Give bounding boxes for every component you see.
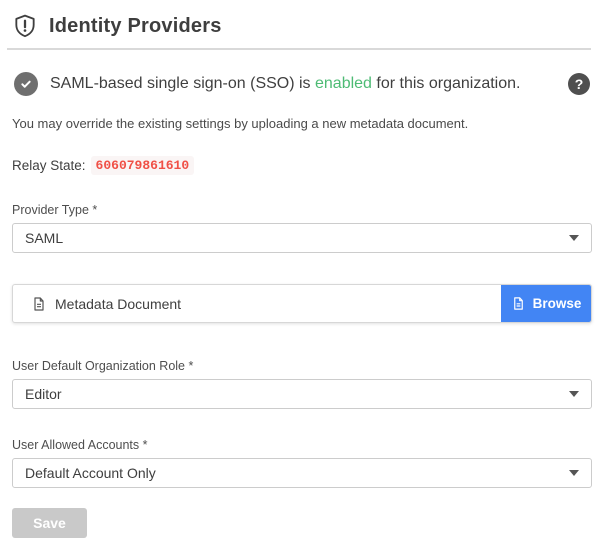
- default-role-select[interactable]: Editor: [12, 379, 592, 409]
- metadata-file-left: Metadata Document: [13, 296, 501, 312]
- relay-state-row: Relay State: 606079861610: [12, 156, 588, 175]
- chevron-down-icon: [569, 391, 579, 397]
- help-icon[interactable]: ?: [568, 73, 590, 95]
- default-role-value: Editor: [25, 386, 62, 402]
- relay-state-value: 606079861610: [91, 156, 195, 175]
- allowed-accounts-label: User Allowed Accounts *: [12, 438, 592, 452]
- sso-enabled-text: enabled: [315, 75, 372, 92]
- page-header: Identity Providers: [7, 0, 591, 50]
- sso-status-text: SAML-based single sign-on (SSO) is enabl…: [50, 75, 568, 93]
- metadata-file-input[interactable]: Metadata Document Browse: [12, 284, 592, 323]
- chevron-down-icon: [569, 470, 579, 476]
- relay-state-label: Relay State:: [12, 158, 86, 173]
- override-description: You may override the existing settings b…: [12, 116, 588, 131]
- provider-type-select[interactable]: SAML: [12, 223, 592, 253]
- allowed-accounts-select[interactable]: Default Account Only: [12, 458, 592, 488]
- check-circle-icon: [14, 72, 38, 96]
- chevron-down-icon: [569, 235, 579, 241]
- document-icon: [31, 296, 47, 312]
- save-button[interactable]: Save: [12, 508, 87, 538]
- metadata-file-placeholder: Metadata Document: [55, 296, 181, 312]
- provider-type-group: Provider Type * SAML: [12, 203, 592, 253]
- shield-alert-icon: [12, 13, 38, 39]
- browse-file-icon: [511, 296, 526, 311]
- browse-button[interactable]: Browse: [501, 285, 591, 322]
- allowed-accounts-group: User Allowed Accounts * Default Account …: [12, 438, 592, 488]
- allowed-accounts-value: Default Account Only: [25, 465, 156, 481]
- browse-button-label: Browse: [533, 296, 582, 311]
- sso-status-row: SAML-based single sign-on (SSO) is enabl…: [14, 72, 590, 96]
- page-title: Identity Providers: [49, 15, 222, 38]
- default-role-group: User Default Organization Role * Editor: [12, 359, 592, 409]
- provider-type-label: Provider Type *: [12, 203, 592, 217]
- provider-type-value: SAML: [25, 230, 63, 246]
- default-role-label: User Default Organization Role *: [12, 359, 592, 373]
